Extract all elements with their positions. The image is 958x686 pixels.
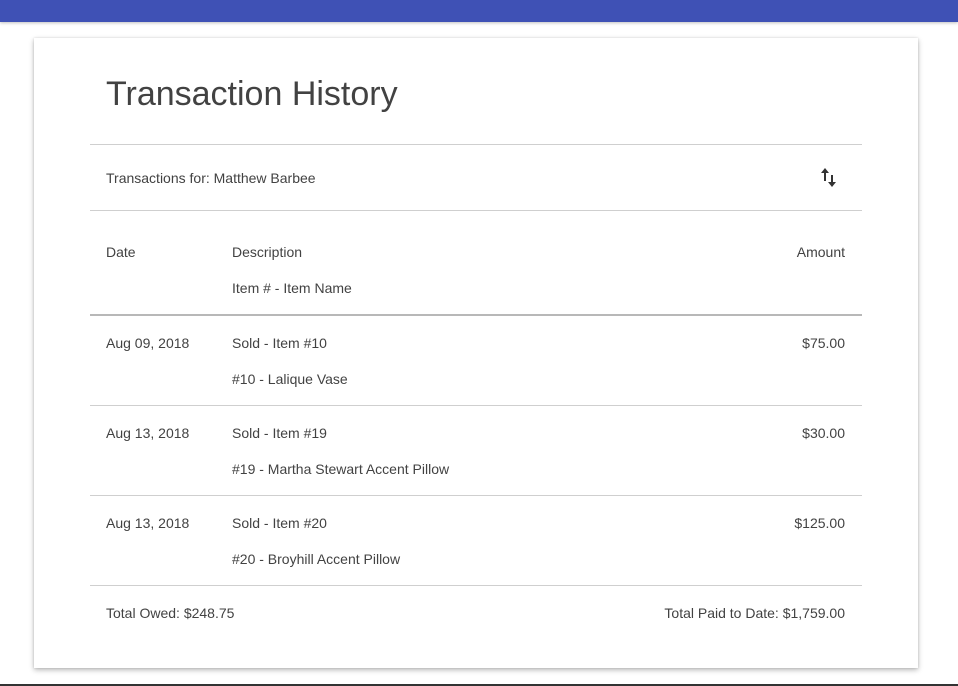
- row-amount: $125.00: [794, 515, 845, 531]
- divider: [90, 144, 862, 145]
- row-item-name: #20 - Broyhill Accent Pillow: [232, 551, 401, 567]
- app-bar: [0, 0, 958, 22]
- row-amount: $75.00: [802, 335, 845, 351]
- row-item-name: #10 - Lalique Vase: [232, 371, 348, 387]
- header-divider: [90, 314, 862, 316]
- row-divider: [90, 585, 862, 586]
- row-description: Sold - Item #19: [232, 425, 327, 441]
- row-item-name: #19 - Martha Stewart Accent Pillow: [232, 461, 450, 477]
- column-header-description[interactable]: Description: [232, 244, 302, 260]
- page-title: Transaction History: [106, 75, 398, 113]
- row-date: Aug 09, 2018: [106, 335, 190, 351]
- column-header-item-name: Item # - Item Name: [232, 280, 352, 296]
- column-header-amount[interactable]: Amount: [797, 244, 845, 260]
- row-amount: $30.00: [802, 425, 845, 441]
- row-description: Sold - Item #20: [232, 515, 327, 531]
- row-divider: [90, 495, 862, 496]
- total-paid-to-date: Total Paid to Date: $1,759.00: [664, 605, 845, 621]
- transaction-history-card: Transaction History Transactions for: Ma…: [34, 38, 918, 668]
- swap-vertical-icon[interactable]: [820, 167, 838, 189]
- divider: [90, 210, 862, 211]
- row-description: Sold - Item #10: [232, 335, 327, 351]
- row-date: Aug 13, 2018: [106, 425, 190, 441]
- column-header-date[interactable]: Date: [106, 244, 136, 260]
- total-owed: Total Owed: $248.75: [106, 605, 235, 621]
- row-date: Aug 13, 2018: [106, 515, 190, 531]
- row-divider: [90, 405, 862, 406]
- transactions-for-label: Transactions for: Matthew Barbee: [106, 170, 316, 186]
